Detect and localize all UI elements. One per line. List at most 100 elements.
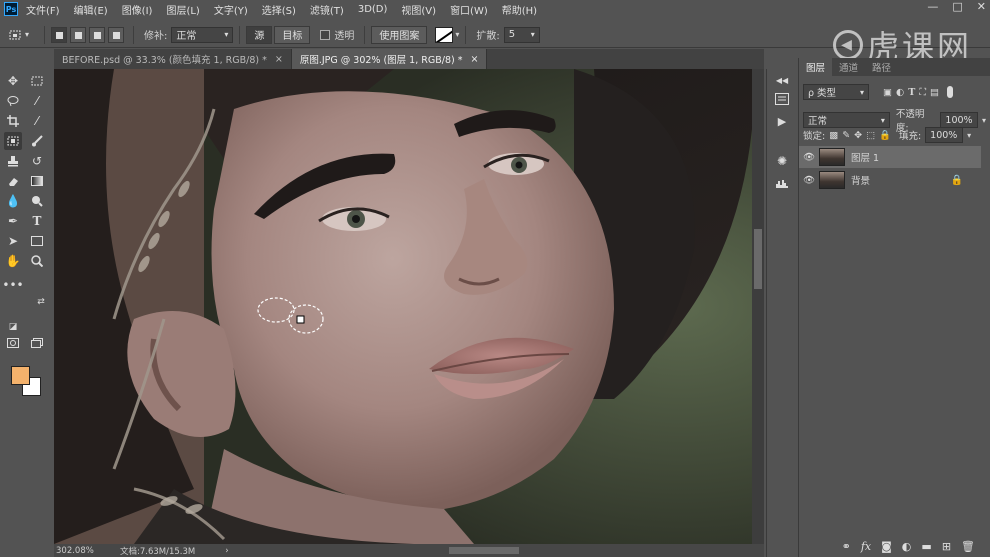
menu-edit[interactable]: 编辑(E) (74, 2, 108, 17)
opacity-field[interactable]: 100% (940, 112, 978, 128)
blur-tool-icon[interactable]: 💧 (4, 192, 22, 210)
menu-type[interactable]: 文字(Y) (214, 2, 248, 17)
panel-collapse-icon[interactable]: ◀◀ (774, 72, 790, 88)
history-panel-icon[interactable] (774, 91, 790, 107)
menu-3d[interactable]: 3D(D) (358, 4, 388, 15)
tab-original-jpg[interactable]: 原图.JPG @ 302% (图层 1, RGB/8) * × (291, 49, 488, 69)
tools-panel: ✥ ⁄ ⁄ ↺ 💧 ✒ T ➤ ✋ ••• ⇄ ◪ (0, 68, 54, 557)
eye-icon[interactable]: 👁 (799, 175, 819, 186)
screen-mode-icon[interactable] (28, 334, 46, 352)
menu-select[interactable]: 选择(S) (262, 2, 296, 17)
chevron-down-icon[interactable]: ▾ (967, 131, 971, 140)
fx-icon[interactable]: fx (861, 540, 871, 553)
lock-position-icon[interactable]: ✥ (854, 130, 862, 141)
intersect-selection-button[interactable] (108, 26, 124, 43)
patch-tool-icon[interactable] (4, 132, 22, 150)
histogram-panel-icon[interactable] (774, 175, 790, 191)
diffusion-select[interactable]: 5 ▾ (503, 26, 540, 43)
adjustment-filter-icon[interactable]: ◐ (896, 87, 904, 98)
horizontal-scrollbar-thumb[interactable] (449, 547, 519, 554)
menu-window[interactable]: 窗口(W) (450, 2, 488, 17)
document-canvas[interactable] (54, 69, 752, 544)
eraser-icon[interactable] (4, 172, 22, 190)
menu-file[interactable]: 文件(F) (26, 2, 60, 17)
tool-preset-picker[interactable]: ▾ (8, 25, 38, 45)
pen-tool-icon[interactable]: ✒ (4, 212, 22, 230)
use-pattern-button[interactable]: 使用图案 (371, 25, 428, 44)
menu-layer[interactable]: 图层(L) (166, 2, 199, 17)
gradient-tool-icon[interactable] (28, 172, 46, 190)
subtract-selection-button[interactable] (89, 26, 105, 43)
type-tool-icon[interactable]: T (28, 212, 46, 230)
type-filter-icon[interactable]: T (908, 87, 915, 98)
tab-layers[interactable]: 图层 (799, 58, 833, 76)
clone-stamp-icon[interactable] (4, 152, 22, 170)
chevron-right-icon[interactable]: › (225, 546, 228, 556)
chevron-down-icon[interactable]: ▾ (982, 116, 986, 125)
link-layers-icon[interactable]: ⚭ (842, 540, 851, 553)
eyedropper-icon[interactable]: ⁄ (28, 112, 46, 130)
dodge-tool-icon[interactable] (28, 192, 46, 210)
swap-colors-icon[interactable]: ⇄ (32, 293, 50, 311)
eye-icon[interactable]: 👁 (799, 152, 819, 163)
zoom-level[interactable]: 302.08% (56, 546, 120, 556)
transparent-checkbox[interactable] (320, 29, 331, 40)
new-selection-button[interactable] (51, 26, 67, 43)
vertical-scrollbar[interactable] (752, 69, 764, 544)
pattern-swatch[interactable] (435, 26, 454, 43)
scrollbar-thumb[interactable] (754, 229, 762, 289)
tab-channels[interactable]: 通道 (832, 58, 865, 76)
filter-toggle[interactable] (947, 86, 953, 98)
tab-paths[interactable]: 路径 (865, 58, 898, 76)
actions-play-icon[interactable]: ▶ (774, 113, 790, 129)
fill-field[interactable]: 100% (925, 127, 964, 143)
history-brush-icon[interactable]: ↺ (28, 152, 46, 170)
quick-mask-icon[interactable] (4, 334, 22, 352)
shape-filter-icon[interactable]: ⛶ (919, 87, 926, 98)
path-selection-icon[interactable]: ➤ (4, 232, 22, 250)
new-layer-icon[interactable]: ⊞ (942, 540, 951, 553)
add-mask-icon[interactable]: ◙ (881, 540, 892, 553)
crop-tool-icon[interactable] (4, 112, 22, 130)
lock-all-icon[interactable]: 🔒 (879, 130, 891, 141)
close-icon[interactable]: × (275, 54, 283, 65)
adjustments-panel-icon[interactable]: ✺ (774, 153, 790, 169)
hand-tool-icon[interactable]: ✋ (4, 252, 22, 270)
zoom-tool-icon[interactable] (28, 252, 46, 270)
layer-row-background[interactable]: 👁 背景 🔒 (799, 169, 981, 191)
lock-artboard-icon[interactable]: ⬚ (866, 130, 875, 141)
tab-before-psd[interactable]: BEFORE.psd @ 33.3% (颜色填充 1, RGB/8) * × (54, 49, 292, 69)
pixel-filter-icon[interactable]: ▣ (883, 87, 892, 98)
marquee-tool-icon[interactable] (28, 72, 46, 90)
foreground-color-swatch[interactable] (11, 366, 30, 385)
maximize-button[interactable]: □ (952, 0, 962, 13)
close-button[interactable]: ✕ (977, 0, 986, 13)
delete-layer-icon[interactable]: 🗑 (961, 540, 975, 553)
divider (239, 25, 241, 44)
magic-wand-icon[interactable]: ⁄ (28, 92, 46, 110)
panel-tabs: 图层 通道 路径 (799, 58, 990, 76)
menu-help[interactable]: 帮助(H) (502, 2, 537, 17)
menu-image[interactable]: 图像(I) (122, 2, 153, 17)
lock-pixels-icon[interactable]: ✎ (842, 130, 850, 141)
menu-view[interactable]: 视图(V) (401, 2, 436, 17)
repair-mode-select[interactable]: 正常 ▾ (171, 26, 234, 43)
add-selection-button[interactable] (70, 26, 86, 43)
layer-filter-select[interactable]: ρ 类型 ▾ (803, 84, 869, 100)
more-tools-icon[interactable]: ••• (2, 276, 23, 294)
minimize-button[interactable]: — (927, 0, 938, 13)
brush-tool-icon[interactable] (28, 132, 46, 150)
rectangle-tool-icon[interactable] (28, 232, 46, 250)
smart-object-filter-icon[interactable]: ▤ (930, 87, 939, 98)
lasso-tool-icon[interactable] (4, 92, 22, 110)
menu-filter[interactable]: 滤镜(T) (310, 2, 344, 17)
source-button[interactable]: 源 (246, 25, 273, 44)
destination-button[interactable]: 目标 (274, 25, 311, 44)
move-tool-icon[interactable]: ✥ (4, 72, 22, 90)
new-group-icon[interactable]: ▬ (921, 540, 931, 553)
lock-transparent-icon[interactable]: ▩ (829, 130, 838, 141)
layer-row-layer1[interactable]: 👁 图层 1 (799, 146, 981, 168)
blend-mode-select[interactable]: 正常 ▾ (803, 112, 890, 128)
close-icon[interactable]: × (470, 54, 478, 65)
adjustment-layer-icon[interactable]: ◐ (902, 540, 912, 553)
